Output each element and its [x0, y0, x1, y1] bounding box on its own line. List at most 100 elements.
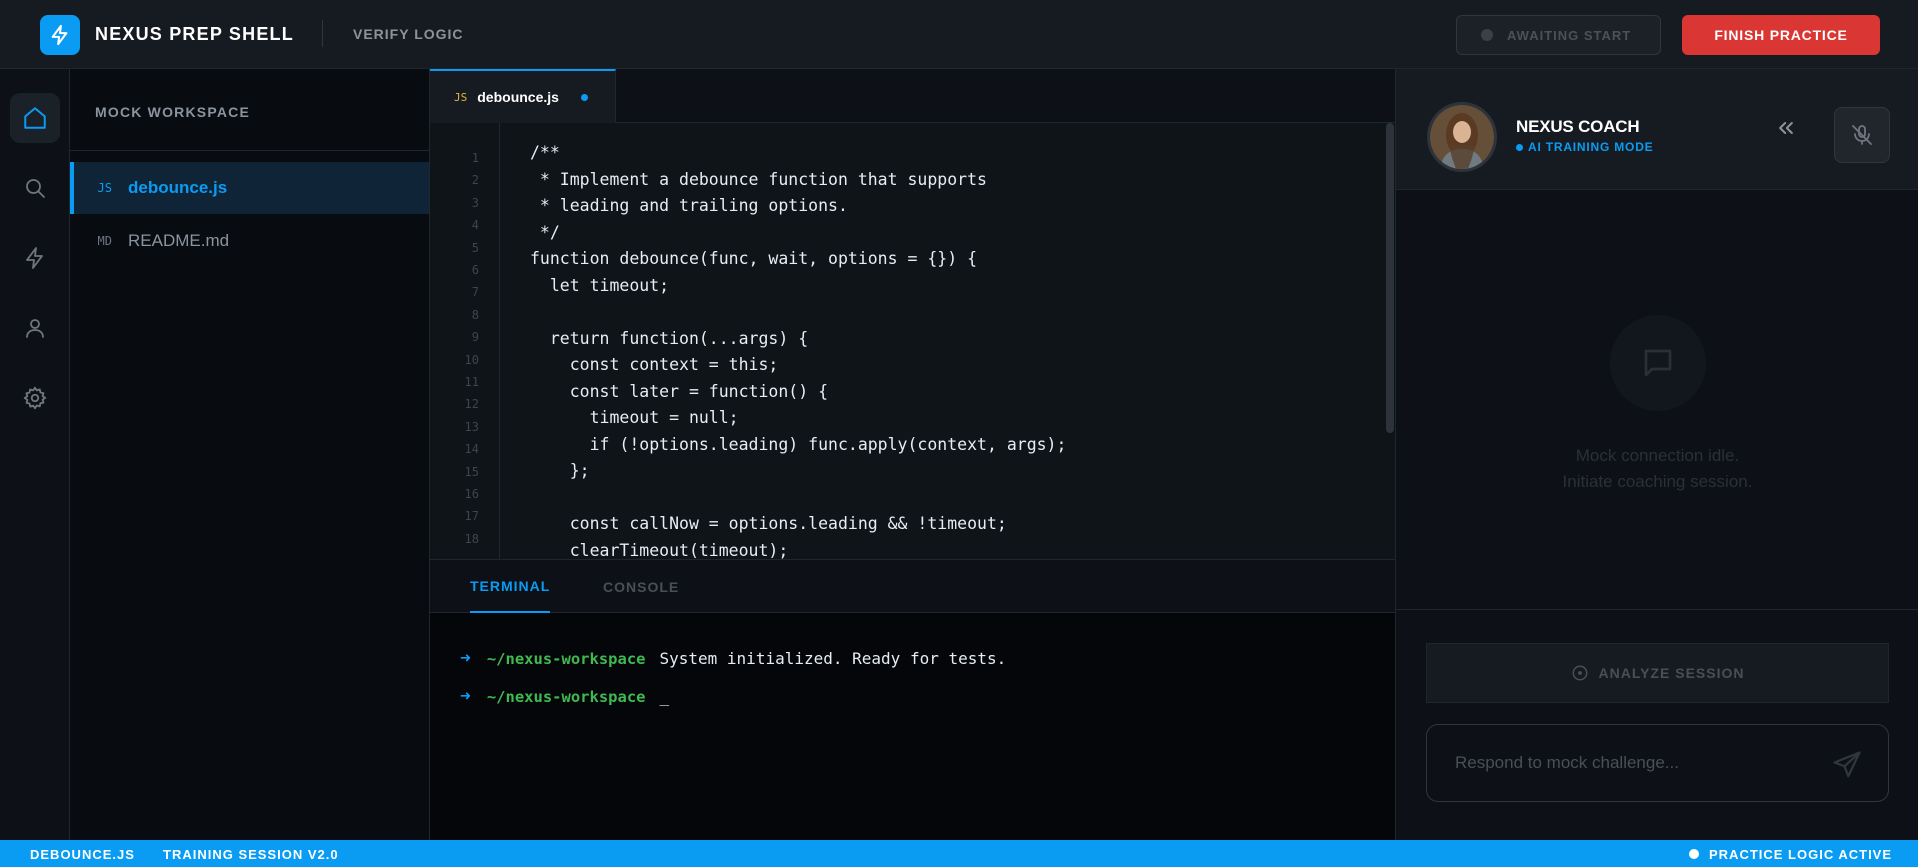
status-dot-icon	[1516, 143, 1523, 151]
coach-mode: AI TRAINING MODE	[1516, 140, 1653, 154]
coach-mode-label: AI TRAINING MODE	[1528, 140, 1654, 154]
code-editor[interactable]: 1 2 3 4 5 6 7 8 9 10 11 12 13 14 15 16 17 18 /** * Implem…	[430, 123, 1395, 559]
header-divider	[322, 20, 323, 47]
status-session: TRAINING SESSION V2.0	[163, 847, 339, 862]
line-number: 18	[464, 531, 479, 546]
code-line: */	[530, 222, 560, 242]
line-number: 15	[464, 464, 479, 479]
code-line: const callNow = options.leading && !time…	[530, 514, 1007, 533]
tab-terminal[interactable]: TERMINAL	[470, 560, 551, 613]
scrollbar-thumb[interactable]	[1386, 123, 1394, 433]
tab-label: debounce.js	[477, 89, 559, 105]
line-number-gutter: 1 2 3 4 5 6 7 8 9 10 11 12 13 14 15 16 17 18	[430, 123, 500, 559]
prompt-arrow-icon: ➜	[460, 686, 471, 707]
rail-actions-button[interactable]	[10, 233, 60, 283]
file-item-debounce-js[interactable]: JS debounce.js	[70, 162, 429, 214]
code-line: const later = function() {	[530, 381, 829, 401]
terminal-text: System initialized. Ready for tests.	[659, 649, 1007, 668]
search-icon	[26, 179, 45, 198]
mode-label: VERIFY LOGIC	[353, 26, 464, 42]
status-state: PRACTICE LOGIC ACTIVE	[1709, 847, 1893, 862]
send-button[interactable]	[1830, 748, 1864, 782]
chat-bubble-icon	[1644, 349, 1672, 377]
line-number: 2	[471, 173, 479, 188]
status-file: DEBOUNCE.JS	[30, 847, 135, 862]
terminal-path: ~/nexus-workspace	[486, 687, 646, 706]
workspace-title: MOCK WORKSPACE	[70, 69, 429, 151]
editor-tab-debounce-js[interactable]: JS debounce.js	[430, 69, 616, 123]
double-chevron-left-icon	[1779, 122, 1793, 134]
response-input[interactable]	[1455, 725, 1815, 801]
terminal-path: ~/nexus-workspace	[486, 649, 646, 668]
status-dot-icon	[1689, 849, 1699, 859]
info-circle-icon	[1572, 665, 1588, 681]
divider	[1396, 609, 1918, 610]
idle-message: Mock connection idle. Initiate coaching …	[1396, 443, 1918, 495]
file-explorer: MOCK WORKSPACE JS debounce.js MD README.…	[70, 69, 430, 840]
activity-rail	[0, 69, 70, 840]
code-line: * Implement a debounce function that sup…	[530, 169, 987, 189]
rail-search-button[interactable]	[10, 163, 60, 213]
js-file-icon: JS	[97, 181, 112, 195]
code-line: function debounce(func, wait, options = …	[530, 249, 978, 268]
line-number: 7	[471, 285, 479, 300]
status-bar: DEBOUNCE.JS TRAINING SESSION V2.0 PRACTI…	[0, 840, 1918, 867]
collapse-panel-button[interactable]	[1776, 117, 1796, 145]
finish-practice-button[interactable]: FINISH PRACTICE	[1682, 15, 1880, 55]
coach-avatar	[1427, 102, 1497, 172]
lightning-bolt-icon	[51, 24, 68, 46]
line-number: 3	[471, 195, 479, 210]
logo	[40, 15, 80, 55]
editor-scrollbar[interactable]	[1384, 123, 1395, 559]
terminal-line: ➜ ~/nexus-workspace _	[460, 686, 669, 707]
code-line: return function(...args) {	[530, 328, 809, 348]
terminal-output[interactable]: ➜ ~/nexus-workspace System initialized. …	[430, 613, 1395, 840]
code-line: timeout = null;	[530, 408, 739, 427]
line-number: 9	[471, 330, 479, 345]
session-status-button[interactable]: AWAITING START	[1456, 15, 1661, 55]
line-number: 16	[464, 487, 479, 501]
line-number: 5	[471, 240, 479, 255]
user-icon	[26, 319, 44, 338]
js-file-icon: JS	[454, 90, 468, 104]
chat-placeholder	[1610, 315, 1706, 411]
line-number: 10	[464, 352, 479, 367]
analyze-label: ANALYZE SESSION	[1598, 665, 1745, 681]
send-icon	[1833, 751, 1861, 778]
coach-panel: NEXUS COACH AI TRAINING MODE Mock connec…	[1395, 69, 1918, 840]
code-line: * leading and trailing options.	[530, 196, 848, 215]
rail-settings-button[interactable]	[10, 373, 60, 423]
tab-console[interactable]: CONSOLE	[603, 560, 679, 613]
code-line: };	[530, 461, 590, 480]
lightning-icon	[26, 247, 43, 269]
app-title: NEXUS PREP SHELL	[95, 24, 294, 44]
unsaved-dot-icon	[580, 93, 588, 101]
line-number: 11	[464, 375, 479, 389]
prompt-arrow-icon: ➜	[460, 648, 471, 669]
session-status-label: AWAITING START	[1507, 27, 1632, 43]
file-item-readme-md[interactable]: MD README.md	[70, 215, 429, 267]
code-line: let timeout;	[530, 275, 670, 295]
coach-header: NEXUS COACH AI TRAINING MODE	[1396, 69, 1918, 190]
panel-tab-bar: TERMINAL CONSOLE	[430, 559, 1395, 613]
editor-tab-bar: JS debounce.js	[430, 69, 1395, 123]
analyze-session-button[interactable]: ANALYZE SESSION	[1426, 643, 1889, 703]
rail-home-button[interactable]	[10, 93, 60, 143]
gear-icon	[23, 386, 47, 410]
file-name: debounce.js	[128, 178, 228, 197]
line-number: 8	[471, 307, 479, 322]
line-number: 12	[464, 397, 479, 412]
file-name: README.md	[128, 231, 230, 250]
mute-microphone-button[interactable]	[1834, 107, 1890, 163]
top-bar: NEXUS PREP SHELL VERIFY LOGIC AWAITING S…	[0, 0, 1918, 69]
line-number: 17	[464, 509, 479, 524]
line-number: 14	[464, 442, 479, 457]
home-icon	[24, 107, 46, 129]
mic-off-icon	[1852, 125, 1872, 145]
line-number: 6	[471, 263, 479, 277]
rail-profile-button[interactable]	[10, 303, 60, 353]
code-line: const context = this;	[530, 355, 779, 374]
code-line: clearTimeout(timeout);	[530, 540, 789, 560]
coach-name: NEXUS COACH	[1516, 117, 1640, 136]
idle-line: Initiate coaching session.	[1562, 472, 1753, 491]
